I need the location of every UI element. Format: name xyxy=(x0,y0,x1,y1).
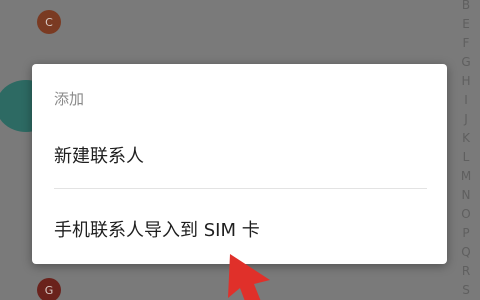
alphabet-index-bar[interactable]: B E F G H I J K L M N O P Q R S xyxy=(456,0,476,300)
index-letter[interactable]: R xyxy=(462,262,470,281)
red-arrow-annotation-icon xyxy=(228,254,270,300)
index-letter[interactable]: N xyxy=(462,186,471,205)
index-letter[interactable]: S xyxy=(462,281,470,300)
index-letter[interactable]: J xyxy=(464,110,468,129)
index-letter[interactable]: H xyxy=(461,72,470,91)
index-letter[interactable]: B xyxy=(462,0,470,15)
contact-avatar-c: C xyxy=(37,10,61,34)
add-contact-dialog: 添加 新建联系人 手机联系人导入到 SIM 卡 xyxy=(32,64,447,264)
dialog-divider xyxy=(54,188,427,189)
contact-avatar-g: G xyxy=(37,278,61,300)
index-letter[interactable]: M xyxy=(461,167,471,186)
index-letter[interactable]: Q xyxy=(461,243,470,262)
index-letter[interactable]: E xyxy=(462,15,470,34)
index-letter[interactable]: P xyxy=(462,224,469,243)
new-contact-option[interactable]: 新建联系人 xyxy=(54,142,144,168)
screen: C G B E F G H I J K L M N O P Q R S 添加 新… xyxy=(0,0,480,300)
index-letter[interactable]: L xyxy=(463,148,470,167)
index-letter[interactable]: O xyxy=(461,205,470,224)
dialog-title: 添加 xyxy=(54,90,85,108)
index-letter[interactable]: F xyxy=(463,34,470,53)
index-letter[interactable]: K xyxy=(462,129,470,148)
index-letter[interactable]: I xyxy=(464,91,468,110)
import-to-sim-option[interactable]: 手机联系人导入到 SIM 卡 xyxy=(54,216,260,242)
index-letter[interactable]: G xyxy=(461,53,470,72)
